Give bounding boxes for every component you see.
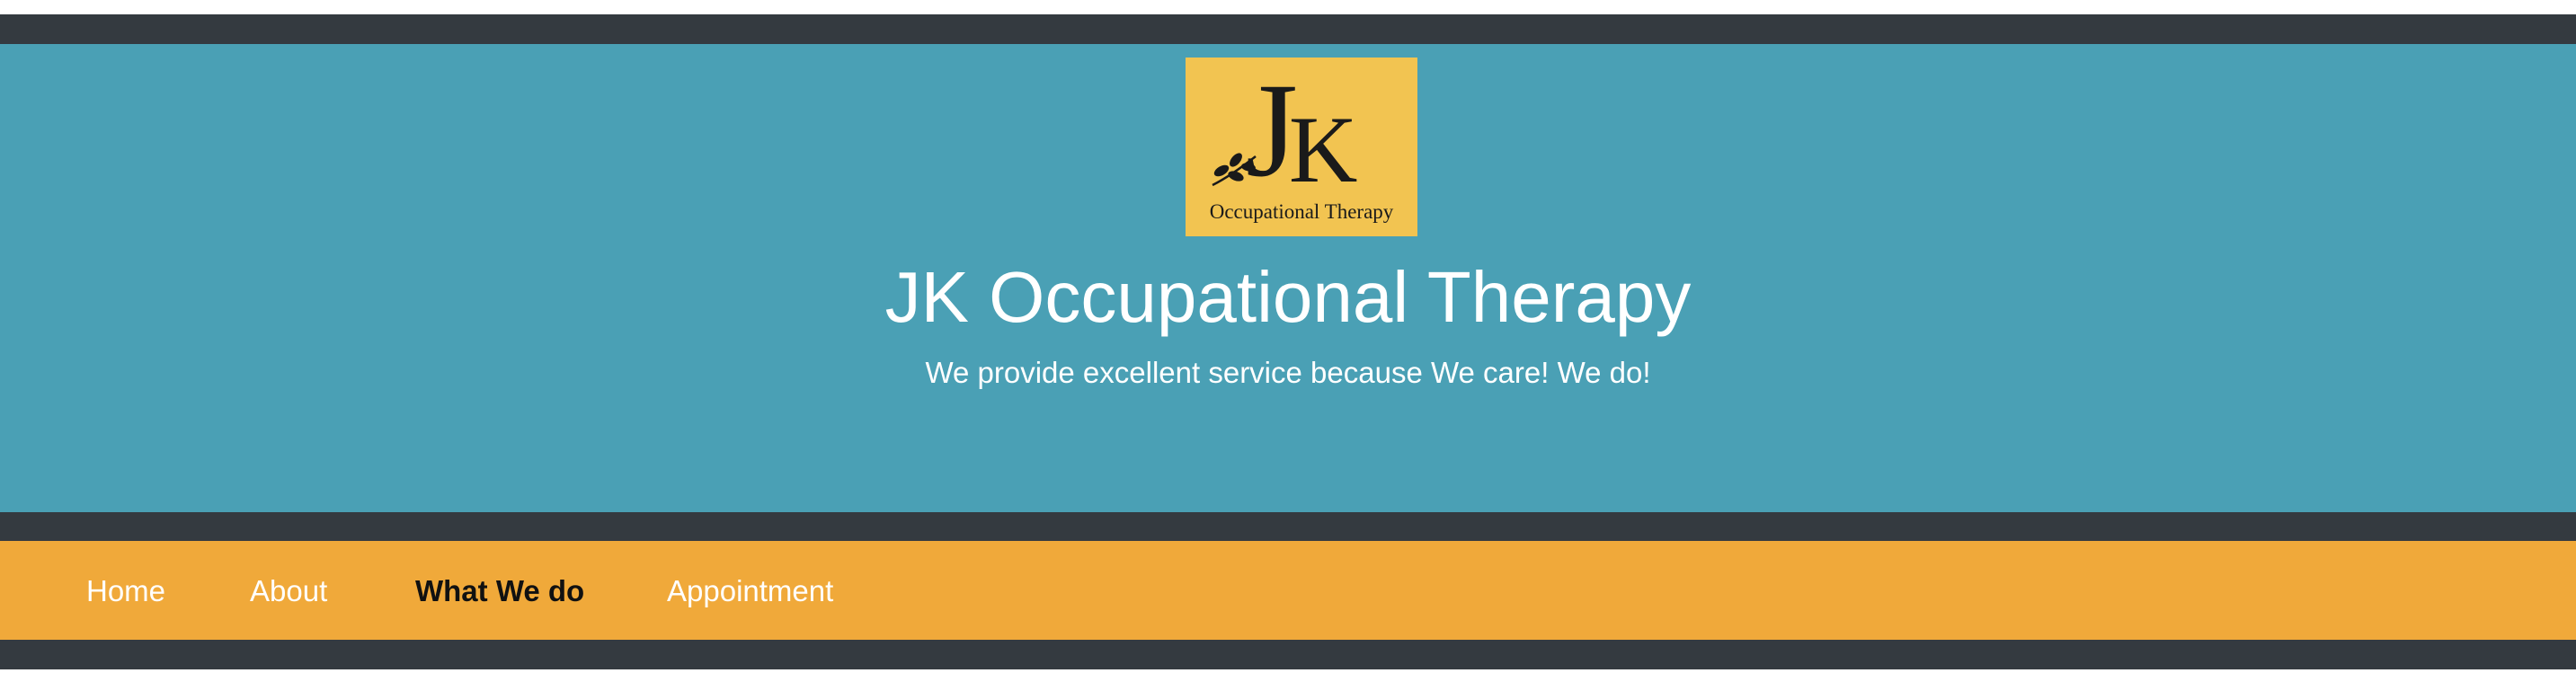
top-divider-bar xyxy=(0,14,2576,44)
site-title: JK Occupational Therapy xyxy=(884,257,1692,337)
main-navigation: Home About What We do Appointment xyxy=(0,541,2576,640)
logo-letter-k: K xyxy=(1288,97,1358,202)
leaf-branch-icon xyxy=(1212,153,1257,187)
nav-what-we-do-link[interactable]: What We do xyxy=(415,573,584,609)
logo-subtitle: Occupational Therapy xyxy=(1209,200,1394,223)
bottom-divider-bar xyxy=(0,640,2576,669)
logo: JK Occupational Therapy xyxy=(1186,58,1417,236)
site-tagline: We provide excellent service because We … xyxy=(925,356,1651,389)
page-bottom-margin xyxy=(0,669,2576,682)
nav-appointment-link[interactable]: Appointment xyxy=(667,573,833,609)
nav-about-link[interactable]: About xyxy=(250,573,327,609)
middle-divider-bar xyxy=(0,512,2576,541)
nav-home-link[interactable]: Home xyxy=(86,573,165,609)
page-top-margin xyxy=(0,0,2576,14)
